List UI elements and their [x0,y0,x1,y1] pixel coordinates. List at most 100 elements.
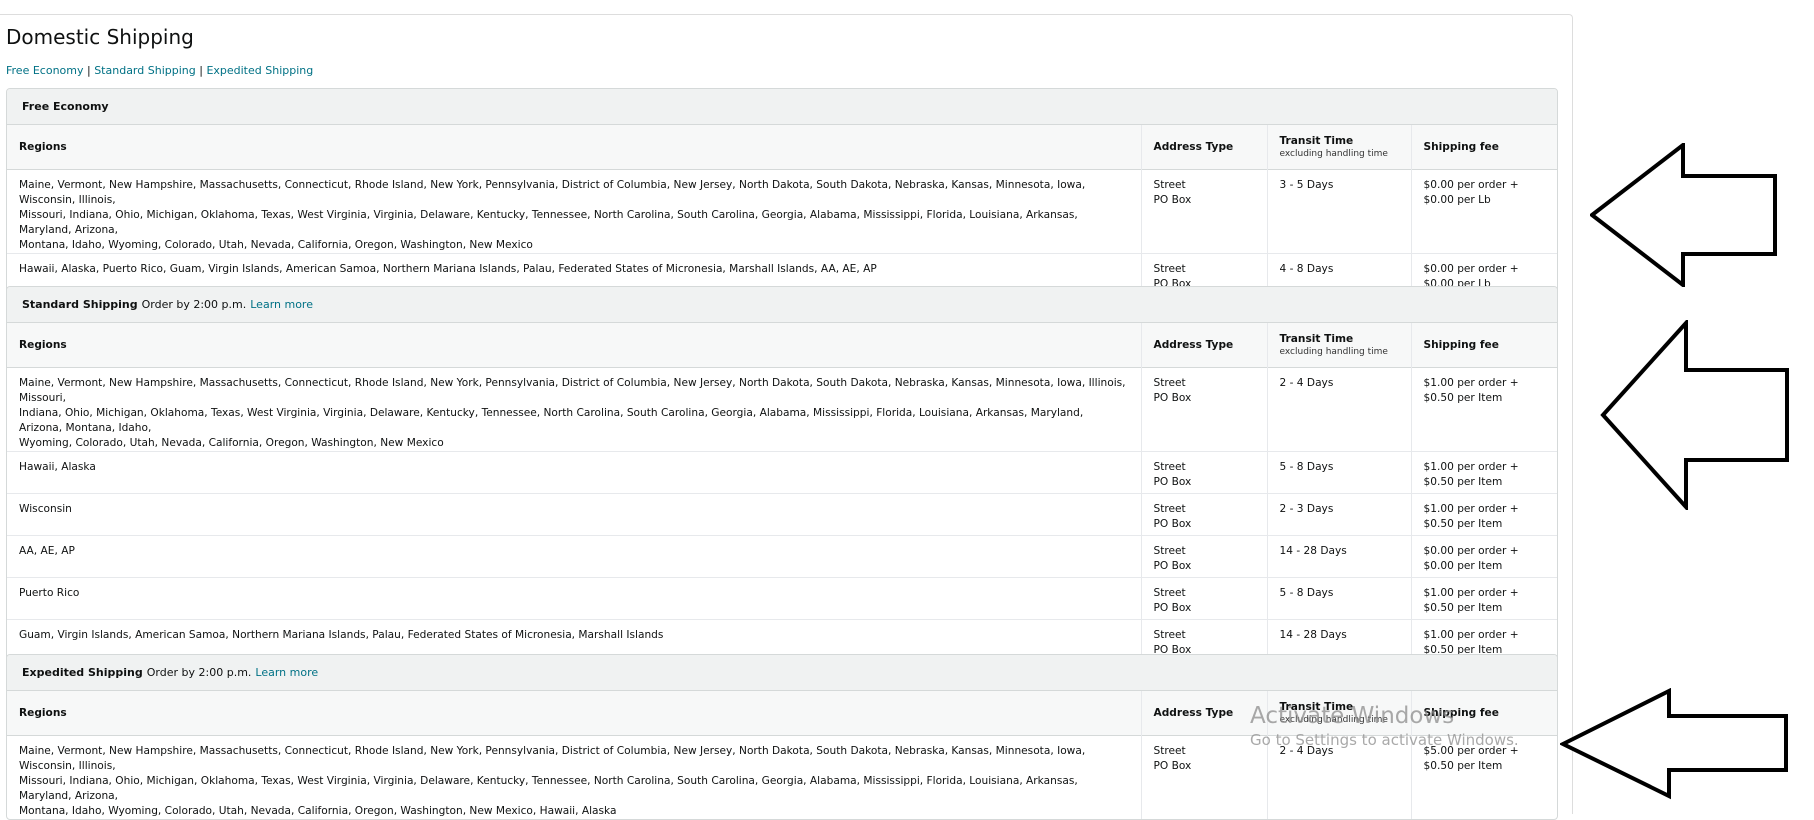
regions-cell-line: Hawaii, Alaska, Puerto Rico, Guam, Virgi… [19,262,877,275]
transit-time-subtitle: excluding handling time [1279,346,1388,357]
column-header-shipping-fee-label: Shipping fee [1423,706,1499,719]
transit-time-cell: 3 - 5 Days [1266,169,1411,253]
column-header-regions-label: Regions [19,706,67,719]
column-header-transit-time: Transit Time excluding handling time [1266,323,1411,367]
regions-cell-line: Maine, Vermont, New Hampshire, Massachus… [19,744,1086,772]
order-by-note: Order by 2:00 p.m. [146,666,252,679]
section-header: Expedited Shipping Order by 2:00 p.m. Lear… [7,655,1557,691]
regions-cell: AA, AE, AP [7,535,1141,577]
transit-time-cell: 14 - 28 Days [1266,535,1411,577]
shipping-fee-cell-line: $1.00 per order + [1423,460,1519,473]
shipping-fee-cell: $0.00 per order + $0.00 per Lb [1410,169,1557,253]
transit-time-cell-value: 2 - 4 Days [1279,376,1334,389]
address-type-cell-line: PO Box [1153,601,1192,614]
transit-time-cell-value: 2 - 4 Days [1279,744,1334,757]
regions-cell-line: Montana, Idaho, Wyoming, Colorado, Utah,… [19,804,617,817]
shipping-fee-cell-line: $0.50 per Item [1423,517,1503,530]
column-header-address-type: Address Type [1140,323,1267,367]
address-type-cell-line: Street [1153,460,1186,473]
transit-time-cell-value: 3 - 5 Days [1279,178,1334,191]
address-type-cell: Street PO Box [1140,451,1267,493]
table-row: Puerto Rico Street PO Box 5 - 8 Days $1.00 p… [7,577,1557,619]
table-row: Maine, Vermont, New Hampshire, Massachus… [7,735,1557,819]
shipping-fee-cell-line: $1.00 per order + [1423,628,1519,641]
address-type-cell-line: Street [1153,586,1186,599]
order-by-note: Order by 2:00 p.m. [141,298,247,311]
address-type-cell: Street PO Box [1140,367,1267,451]
address-type-cell-line: Street [1153,262,1186,275]
shipping-fee-cell-line: $0.50 per Item [1423,759,1503,772]
transit-time-cell-value: 5 - 8 Days [1279,460,1334,473]
learn-more-link[interactable]: Learn more [255,666,318,679]
shipping-fee-cell-line: $1.00 per order + [1423,586,1519,599]
page-title: Domestic Shipping [6,25,194,49]
shipping-fee-cell: $1.00 per order + $0.50 per Item [1410,367,1557,451]
section-title: Standard Shipping [22,298,138,311]
address-type-cell: Street PO Box [1140,535,1267,577]
shipping-fee-cell: $0.00 per order + $0.00 per Item [1410,535,1557,577]
transit-time-cell-value: 14 - 28 Days [1279,628,1347,641]
shipping-fee-cell-line: $0.50 per Item [1423,391,1503,404]
regions-cell-line: Indiana, Ohio, Michigan, Oklahoma, Texas… [19,406,1084,434]
shipping-fee-cell: $1.00 per order + $0.50 per Item [1410,451,1557,493]
address-type-cell-line: PO Box [1153,391,1192,404]
shipping-fee-cell-line: $0.00 per order + [1423,544,1519,557]
column-header-transit-time: Transit Time excluding handling time [1266,691,1411,735]
section-header: Free Economy [7,89,1557,125]
transit-time-cell: 5 - 8 Days [1266,577,1411,619]
transit-time-cell-value: 5 - 8 Days [1279,586,1334,599]
regions-cell: Wisconsin [7,493,1141,535]
address-type-cell-line: Street [1153,628,1186,641]
column-header-regions: Regions [7,691,1141,735]
regions-cell-line: Wyoming, Colorado, Utah, Nevada, Califor… [19,436,444,449]
shipping-fee-cell-line: $0.00 per order + [1423,178,1519,191]
regions-cell-line: Missouri, Indiana, Ohio, Michigan, Oklah… [19,774,1078,802]
column-header-address-type-label: Address Type [1153,140,1234,153]
table-header-row: Regions Address Type Transit Time excluding… [7,125,1557,169]
column-header-regions: Regions [7,323,1141,367]
shipping-fee-cell-line: $0.50 per Item [1423,475,1503,488]
address-type-cell-line: Street [1153,744,1186,757]
table-row: Wisconsin Street PO Box 2 - 3 Days $1.00 per… [7,493,1557,535]
rates-table: Regions Address Type Transit Time excluding… [7,691,1557,819]
address-type-cell-line: Street [1153,544,1186,557]
regions-cell-line: Maine, Vermont, New Hampshire, Massachus… [19,376,1126,404]
column-header-address-type: Address Type [1140,125,1267,169]
nav-link-free-economy[interactable]: Free Economy [6,64,84,77]
address-type-cell: Street PO Box [1140,577,1267,619]
regions-cell-line: Hawaii, Alaska [19,460,96,473]
nav-link-standard-shipping[interactable]: Standard Shipping [94,64,196,77]
shipping-fee-cell-line: $0.00 per order + [1423,262,1519,275]
annotation-arrow-left-icon [1600,320,1789,510]
annotation-arrow-left-icon [1590,143,1777,287]
shipping-table-standard-shipping: Standard Shipping Order by 2:00 p.m. Learn… [6,286,1558,662]
regions-cell: Hawaii, Alaska [7,451,1141,493]
nav-link-expedited-shipping[interactable]: Expedited Shipping [206,64,313,77]
address-type-cell-line: Street [1153,178,1186,191]
table-header-row: Regions Address Type Transit Time excluding… [7,691,1557,735]
table-row: Hawaii, Alaska Street PO Box 5 - 8 Days $1.0… [7,451,1557,493]
section-title: Expedited Shipping [22,666,143,679]
address-type-cell-line: PO Box [1153,759,1192,772]
annotation-arrow-left-icon [1560,688,1788,800]
shipping-table-expedited-shipping: Expedited Shipping Order by 2:00 p.m. Lear… [6,654,1558,820]
transit-time-cell: 2 - 3 Days [1266,493,1411,535]
column-header-transit-time-label: Transit Time [1279,134,1354,147]
section-header: Standard Shipping Order by 2:00 p.m. Learn… [7,287,1557,323]
transit-time-cell: 2 - 4 Days [1266,735,1411,819]
transit-time-subtitle: excluding handling time [1279,714,1388,725]
table-header-row: Regions Address Type Transit Time excluding… [7,323,1557,367]
transit-time-cell: 2 - 4 Days [1266,367,1411,451]
address-type-cell: Street PO Box [1140,493,1267,535]
address-type-cell-line: PO Box [1153,475,1192,488]
transit-time-cell-value: 4 - 8 Days [1279,262,1334,275]
regions-cell-line: Montana, Idaho, Wyoming, Colorado, Utah,… [19,238,533,251]
column-header-shipping-fee-label: Shipping fee [1423,140,1499,153]
regions-cell-line: Guam, Virgin Islands, American Samoa, No… [19,628,664,641]
transit-time-cell-value: 2 - 3 Days [1279,502,1334,515]
address-type-cell: Street PO Box [1140,169,1267,253]
regions-cell: Puerto Rico [7,577,1141,619]
learn-more-link[interactable]: Learn more [250,298,313,311]
shipping-fee-cell-line: $5.00 per order + [1423,744,1519,757]
shipping-fee-cell: $1.00 per order + $0.50 per Item [1410,577,1557,619]
